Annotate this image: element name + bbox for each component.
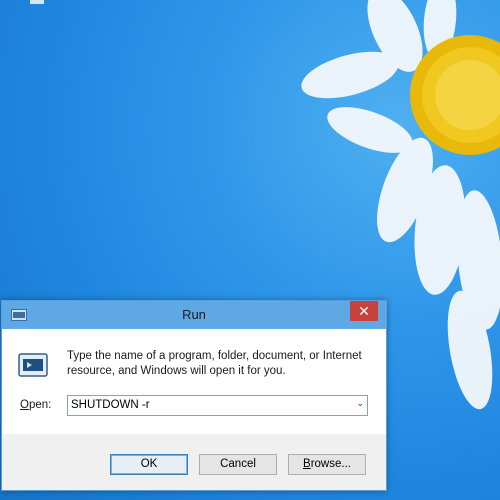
dialog-body: Type the name of a program, folder, docu… [10,329,378,434]
open-label: Open: [20,399,51,411]
open-combobox[interactable]: ⌄ [67,395,368,416]
command-input[interactable] [71,398,341,412]
desktop-icon-fragment [30,0,44,4]
ok-button[interactable]: OK [110,454,188,475]
browse-button[interactable]: Browse... [288,454,366,475]
titlebar: Run ✕ [2,301,386,329]
browse-label-text: rowse... [310,458,351,470]
dialog-title: Run [182,307,206,322]
run-program-icon [18,351,50,384]
close-icon: ✕ [358,303,370,319]
run-dialog: Run ✕ Type the name of a program, folder… [1,300,387,491]
button-bar: OK Cancel Browse... [2,434,386,490]
open-label-text: pen: [28,399,52,411]
chevron-down-icon[interactable]: ⌄ [356,398,364,409]
cancel-button[interactable]: Cancel [199,454,277,475]
close-button[interactable]: ✕ [350,301,378,321]
open-label-accelerator: O [20,399,29,411]
instruction-text: Type the name of a program, folder, docu… [67,350,362,377]
browse-accelerator: B [303,458,311,470]
